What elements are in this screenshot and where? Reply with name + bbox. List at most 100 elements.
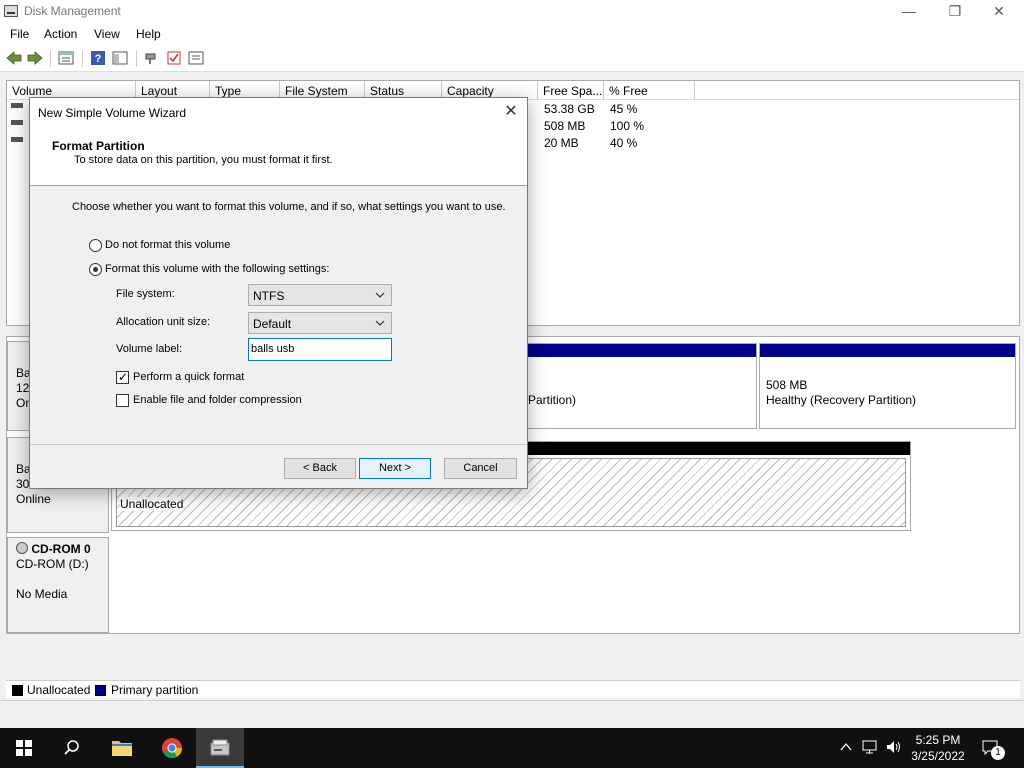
file-system-value: NTFS xyxy=(253,289,285,303)
folder-icon xyxy=(112,741,132,756)
page-heading: Format Partition xyxy=(52,139,145,153)
status-bar xyxy=(0,700,1024,726)
search-icon xyxy=(64,740,79,755)
next-button[interactable]: Next > xyxy=(359,458,431,479)
check-icon: ✓ xyxy=(117,370,129,384)
legend: Unallocated Primary partition xyxy=(6,680,1020,698)
menu-view[interactable]: View xyxy=(94,27,120,41)
allocation-unit-select[interactable]: Default xyxy=(248,312,392,334)
partition-text: Partition) xyxy=(528,393,577,407)
drive-icon xyxy=(11,103,23,108)
allocation-unit-label: Allocation unit size: xyxy=(116,316,211,328)
chevron-down-icon xyxy=(375,320,385,326)
option-do-not-format-label[interactable]: Do not format this volume xyxy=(105,239,230,251)
quick-format-label[interactable]: Perform a quick format xyxy=(133,371,244,383)
menu-action[interactable]: Action xyxy=(44,27,77,41)
free-space-cell: 508 MB xyxy=(544,119,586,133)
notification-badge: 1 xyxy=(991,746,1005,760)
compression-checkbox[interactable] xyxy=(116,394,129,407)
menu-help[interactable]: Help xyxy=(136,27,161,41)
drive-icon xyxy=(11,137,23,142)
legend-swatch-unallocated xyxy=(12,685,23,696)
column-free-space[interactable]: Free Spa... xyxy=(538,81,604,100)
percent-free-cell: 100 % xyxy=(610,119,645,133)
percent-free-cell: 40 % xyxy=(610,136,638,150)
primary-partition-band xyxy=(760,344,1015,357)
toolbar-separator xyxy=(82,50,83,67)
properties-icon[interactable] xyxy=(58,50,74,66)
window-titlebar: Disk Management — ❐ ✕ xyxy=(0,0,1024,24)
close-window-button[interactable]: ✕ xyxy=(976,0,1022,24)
checklist-icon[interactable] xyxy=(166,50,182,66)
chevron-up-icon[interactable] xyxy=(840,742,852,752)
partition-block[interactable]: Partition) xyxy=(525,343,757,429)
unallocated-text: Unallocated xyxy=(120,497,184,511)
search-button[interactable] xyxy=(48,728,96,768)
file-system-label: File system: xyxy=(116,288,175,300)
cdrom-media: No Media xyxy=(16,587,68,601)
radio-do-not-format[interactable] xyxy=(89,239,102,252)
column-percent-free[interactable]: % Free xyxy=(604,81,695,100)
svg-text:?: ? xyxy=(95,53,102,65)
start-button[interactable] xyxy=(0,728,48,768)
minimize-button[interactable]: — xyxy=(886,0,932,24)
dialog-title: New Simple Volume Wizard xyxy=(38,106,187,120)
percent-free-cell: 45 % xyxy=(610,102,638,116)
cdrom-drive: CD-ROM (D:) xyxy=(16,557,89,571)
menu-file[interactable]: File xyxy=(10,27,29,41)
taskbar-clock[interactable]: 5:25 PM 3/25/2022 xyxy=(908,732,968,764)
maximize-button[interactable]: ❐ xyxy=(932,0,978,24)
toolbar-separator xyxy=(50,50,51,67)
radio-format-volume[interactable] xyxy=(89,263,102,276)
taskbar: 5:25 PM 3/25/2022 1 xyxy=(0,728,1024,768)
network-icon[interactable] xyxy=(862,740,878,754)
disk-management-icon xyxy=(4,5,18,17)
toolbar-separator xyxy=(136,50,137,67)
file-system-select[interactable]: NTFS xyxy=(248,284,392,306)
show-hide-pane-icon[interactable] xyxy=(112,50,128,66)
forward-arrow-icon[interactable] xyxy=(27,50,43,66)
option-format-label[interactable]: Format this volume with the following se… xyxy=(105,263,329,275)
dialog-divider xyxy=(30,444,527,445)
menu-bar: File Action View Help xyxy=(0,24,1024,45)
primary-partition-band xyxy=(526,344,756,357)
volume-icon[interactable] xyxy=(886,740,902,754)
back-arrow-icon[interactable] xyxy=(6,50,22,66)
legend-label-primary: Primary partition xyxy=(111,683,199,697)
settings-view-icon[interactable] xyxy=(188,50,204,66)
partition-size: 508 MB xyxy=(766,378,808,392)
partition-status: Healthy (Recovery Partition) xyxy=(766,393,917,407)
dialog-header: Format Partition To store data on this p… xyxy=(30,128,527,186)
free-space-cell: 20 MB xyxy=(544,136,579,150)
cdrom-0-label[interactable]: CD-ROM 0 CD-ROM (D:) No Media xyxy=(7,537,109,633)
allocation-unit-value: Default xyxy=(253,317,292,331)
quick-format-checkbox[interactable]: ✓ xyxy=(116,370,129,384)
disk-status: Online xyxy=(16,492,51,506)
taskbar-chrome[interactable] xyxy=(148,728,196,768)
recovery-partition-block[interactable]: 508 MB Healthy (Recovery Partition) xyxy=(759,343,1016,429)
help-icon[interactable]: ? xyxy=(90,50,106,66)
intro-text: Choose whether you want to format this v… xyxy=(72,201,506,213)
compression-label[interactable]: Enable file and folder compression xyxy=(133,394,302,406)
toolbar: ? xyxy=(0,45,1024,72)
free-space-cell: 53.38 GB xyxy=(544,102,595,116)
taskbar-file-explorer[interactable] xyxy=(98,728,146,768)
connect-icon[interactable] xyxy=(144,50,160,66)
chevron-down-icon xyxy=(375,292,385,298)
window-title: Disk Management xyxy=(24,4,121,18)
cancel-button[interactable]: Cancel xyxy=(444,458,517,479)
volume-label-value: balls usb xyxy=(251,343,295,355)
legend-swatch-primary xyxy=(95,685,106,696)
cdrom-name-text: CD-ROM 0 xyxy=(31,542,91,556)
dialog-body: Choose whether you want to format this v… xyxy=(30,187,527,444)
disk-management-icon xyxy=(210,739,230,756)
close-icon[interactable]: ✕ xyxy=(499,101,523,125)
back-button[interactable]: < Back xyxy=(284,458,356,479)
cdrom-spacer xyxy=(16,572,100,587)
chrome-icon xyxy=(162,738,183,759)
dialog-titlebar: New Simple Volume Wizard ✕ xyxy=(30,98,527,128)
action-center-button[interactable]: 1 xyxy=(980,738,1006,760)
taskbar-disk-management[interactable] xyxy=(196,728,244,768)
volume-label-input[interactable]: balls usb xyxy=(248,338,392,361)
clock-date: 3/25/2022 xyxy=(911,749,965,763)
